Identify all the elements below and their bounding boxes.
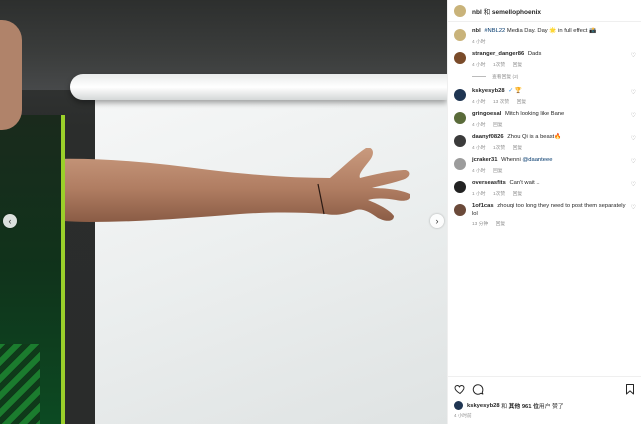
comment-reply-button[interactable]: 回复 xyxy=(513,192,523,197)
comment-reply-button[interactable]: 回复 xyxy=(493,123,503,128)
caption-avatar[interactable] xyxy=(454,29,466,41)
liked-others[interactable]: 其他 961 位 xyxy=(509,401,539,410)
comment-heart-icon[interactable]: ♡ xyxy=(628,52,636,69)
photo-jersey xyxy=(0,115,65,424)
verified-badge-icon: ✓ xyxy=(508,88,514,94)
coauthor-username[interactable]: semellophoenix xyxy=(492,9,541,16)
comment-item: kskyesyb28 ✓ 🏆 4 小时 13 次赞 回复 ♡ xyxy=(448,88,641,106)
comment-item: gringoesal Mitch looking like Bane 4 小时 … xyxy=(448,111,641,129)
comment-heart-icon[interactable]: ♡ xyxy=(628,158,636,175)
comment-username[interactable]: kskyesyb28 xyxy=(472,88,505,94)
comment-time: 4 小时 xyxy=(472,168,486,174)
comment-heart-icon[interactable]: ♡ xyxy=(628,204,636,229)
comment-username[interactable]: jcraker31 xyxy=(472,157,497,163)
comment-username[interactable]: daanyf0826 xyxy=(472,134,504,140)
comment-time: 4 小时 xyxy=(472,62,486,68)
comment-avatar[interactable] xyxy=(454,135,466,147)
comment-item: jcraker31 Whenni @daanteee 4 小时 回复 ♡ xyxy=(448,157,641,175)
photo-backdrop-rail xyxy=(70,74,447,100)
comment-reply-button[interactable]: 回复 xyxy=(517,100,527,105)
comment-time: 1 小时 xyxy=(472,191,486,197)
authors-joiner: 和 xyxy=(483,8,491,16)
comment-avatar[interactable] xyxy=(454,52,466,64)
comment-text: zhouqi too long they need to post them s… xyxy=(472,203,626,217)
comment-text: 🏆 xyxy=(514,88,522,94)
comment-username[interactable]: stranger_danger86 xyxy=(472,51,524,57)
comment-username[interactable]: 1of1cas xyxy=(472,203,494,209)
comment-text: Mitch looking like Bane xyxy=(504,111,565,117)
comment-text: Can't wait .. xyxy=(509,180,540,186)
comment-avatar[interactable] xyxy=(454,204,466,216)
post-header: nbl 和 semellophoenix xyxy=(448,0,641,22)
comment-reply-button[interactable]: 回复 xyxy=(513,63,523,68)
comment-username[interactable]: gringoesal xyxy=(472,111,501,117)
comment-avatar[interactable] xyxy=(454,181,466,193)
replies-divider xyxy=(472,76,486,77)
comment-item: overseasfits Can't wait .. 1 小时 1次赞 回复 ♡ xyxy=(448,180,641,198)
heart-icon[interactable] xyxy=(454,383,466,395)
caption-time: 4 小时 xyxy=(472,39,486,45)
comment-icon[interactable] xyxy=(472,383,484,395)
jersey-stripe xyxy=(0,344,40,424)
photo-arm xyxy=(30,148,410,222)
comment-item: 1of1cas zhouqi too long they need to pos… xyxy=(448,203,641,229)
view-replies-link[interactable]: 查看回复 (2) xyxy=(448,73,641,80)
likes-summary[interactable]: kskyesyb28 和 其他 961 位 用户 赞了 xyxy=(448,401,641,410)
comment-likes[interactable]: 13 次赞 xyxy=(493,100,509,105)
caption-text: Media Day. Day 🌟 in full effect 📸 xyxy=(505,28,597,34)
comments-list: nbl #NBL22 Media Day. Day 🌟 in full effe… xyxy=(448,28,641,234)
comment-item: daanyf0826 Zhou Qi is a beast🔥 4 小时 1次赞 … xyxy=(448,134,641,152)
previous-image-button[interactable]: ‹ xyxy=(3,214,17,228)
comment-text: Dads xyxy=(527,51,542,57)
photo-shoulder xyxy=(0,20,22,130)
comment-likes[interactable]: 1次赞 xyxy=(493,192,505,197)
post-authors: nbl 和 semellophoenix xyxy=(472,6,541,16)
comment-reply-button[interactable]: 回复 xyxy=(513,146,523,151)
comment-reply-button[interactable]: 回复 xyxy=(496,222,506,227)
comment-time: 13 分钟 xyxy=(472,222,489,227)
comment-time: 4 小时 xyxy=(472,99,486,105)
photo-backdrop-screen xyxy=(95,88,447,424)
comments-panel: nbl 和 semellophoenix nbl #NBL22 Media Da… xyxy=(447,0,641,424)
author-username[interactable]: nbl xyxy=(472,9,482,16)
comment-likes[interactable]: 1次赞 xyxy=(493,63,505,68)
post-timestamp: 4 小时前 xyxy=(454,413,472,418)
post-caption: nbl #NBL22 Media Day. Day 🌟 in full effe… xyxy=(448,28,641,46)
comment-time: 4 小时 xyxy=(472,122,486,128)
next-image-button[interactable]: › xyxy=(430,214,444,228)
post-footer: kskyesyb28 和 其他 961 位 用户 赞了 4 小时前 xyxy=(448,376,641,424)
comment-username[interactable]: overseasfits xyxy=(472,180,506,186)
comment-text: Whenni xyxy=(501,157,523,163)
comment-reply-button[interactable]: 回复 xyxy=(493,169,503,174)
post-photo: ‹ › xyxy=(0,0,447,424)
bookmark-icon[interactable] xyxy=(624,383,636,395)
comment-heart-icon[interactable]: ♡ xyxy=(628,112,636,129)
liked-suffix: 用户 赞了 xyxy=(538,404,564,410)
author-avatar[interactable] xyxy=(454,4,466,17)
comment-item: stranger_danger86 Dads 4 小时 1次赞 回复 ♡ xyxy=(448,51,641,69)
liker-avatar xyxy=(454,401,463,410)
liked-by-user[interactable]: kskyesyb28 xyxy=(467,403,500,409)
comment-avatar[interactable] xyxy=(454,112,466,124)
comment-likes[interactable]: 1次赞 xyxy=(493,146,505,151)
comment-time: 4 小时 xyxy=(472,145,486,151)
liked-joiner: 和 xyxy=(501,404,507,410)
comment-avatar[interactable] xyxy=(454,158,466,170)
view-replies-label[interactable]: 查看回复 (2) xyxy=(492,73,518,80)
comment-heart-icon[interactable]: ♡ xyxy=(628,135,636,152)
comment-avatar[interactable] xyxy=(454,89,466,101)
comment-heart-icon[interactable]: ♡ xyxy=(628,89,636,106)
comment-heart-icon[interactable]: ♡ xyxy=(628,181,636,198)
caption-username[interactable]: nbl xyxy=(472,28,481,34)
caption-hashtag[interactable]: #NBL22 xyxy=(484,28,505,34)
action-bar xyxy=(448,377,641,401)
comment-text: Zhou Qi is a beast🔥 xyxy=(507,134,562,140)
comment-mention[interactable]: @daanteee xyxy=(522,157,552,163)
